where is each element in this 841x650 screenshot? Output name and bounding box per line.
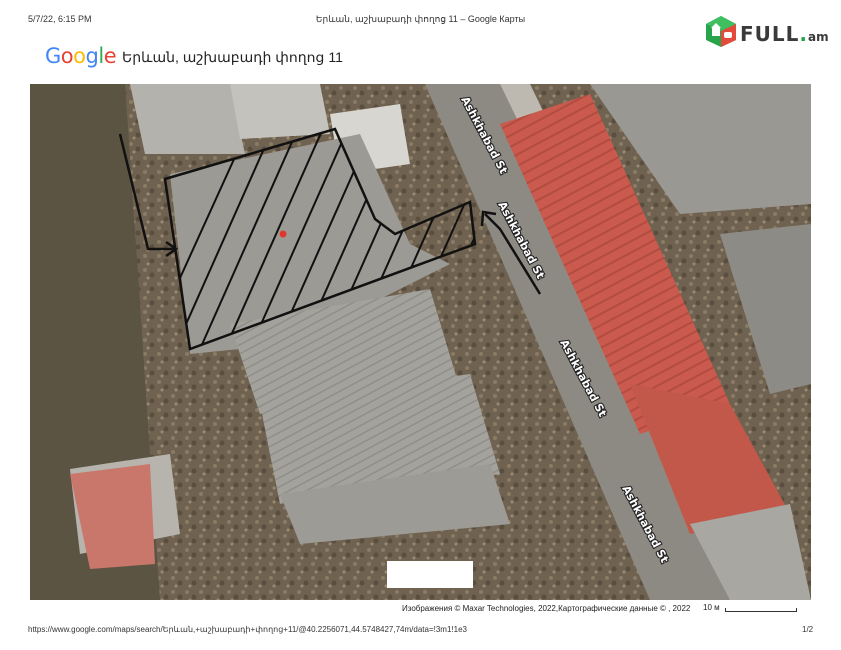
redaction-box <box>387 561 473 588</box>
satellite-map[interactable]: Ashkhabad St Ashkhabad St Ashkhabad St A… <box>30 84 811 600</box>
scale-bar[interactable]: 10 м <box>703 603 803 613</box>
print-url: https://www.google.com/maps/search/Երևան… <box>28 625 467 634</box>
fullam-tld: am <box>808 30 829 44</box>
google-logo-letter: o <box>73 44 86 68</box>
fullam-house-icon <box>706 16 736 47</box>
google-logo-letter: e <box>103 44 117 68</box>
map-imagery: Ashkhabad St Ashkhabad St Ashkhabad St A… <box>30 84 811 600</box>
building-grey-roof <box>130 84 245 154</box>
fullam-watermark-logo: FULL.am <box>704 12 834 52</box>
google-logo-letter: o <box>60 44 74 68</box>
scale-bar-line <box>725 608 797 612</box>
map-attribution: Изображения © Maxar Technologies, 2022,К… <box>402 604 691 613</box>
google-logo-letter: G <box>45 44 61 68</box>
search-query-text: Երևան, աշխաբադի փողոց 11 <box>122 49 343 65</box>
fullam-name: FULL <box>740 22 800 46</box>
location-marker-icon[interactable] <box>279 230 287 238</box>
google-logo-letter: g <box>85 44 99 68</box>
fullam-wordmark: FULL.am <box>740 22 829 46</box>
building-grey-roof <box>230 84 330 139</box>
scale-label: 10 м <box>703 603 720 612</box>
google-logo[interactable]: Google <box>45 44 117 68</box>
page-number: 1/2 <box>802 625 814 634</box>
